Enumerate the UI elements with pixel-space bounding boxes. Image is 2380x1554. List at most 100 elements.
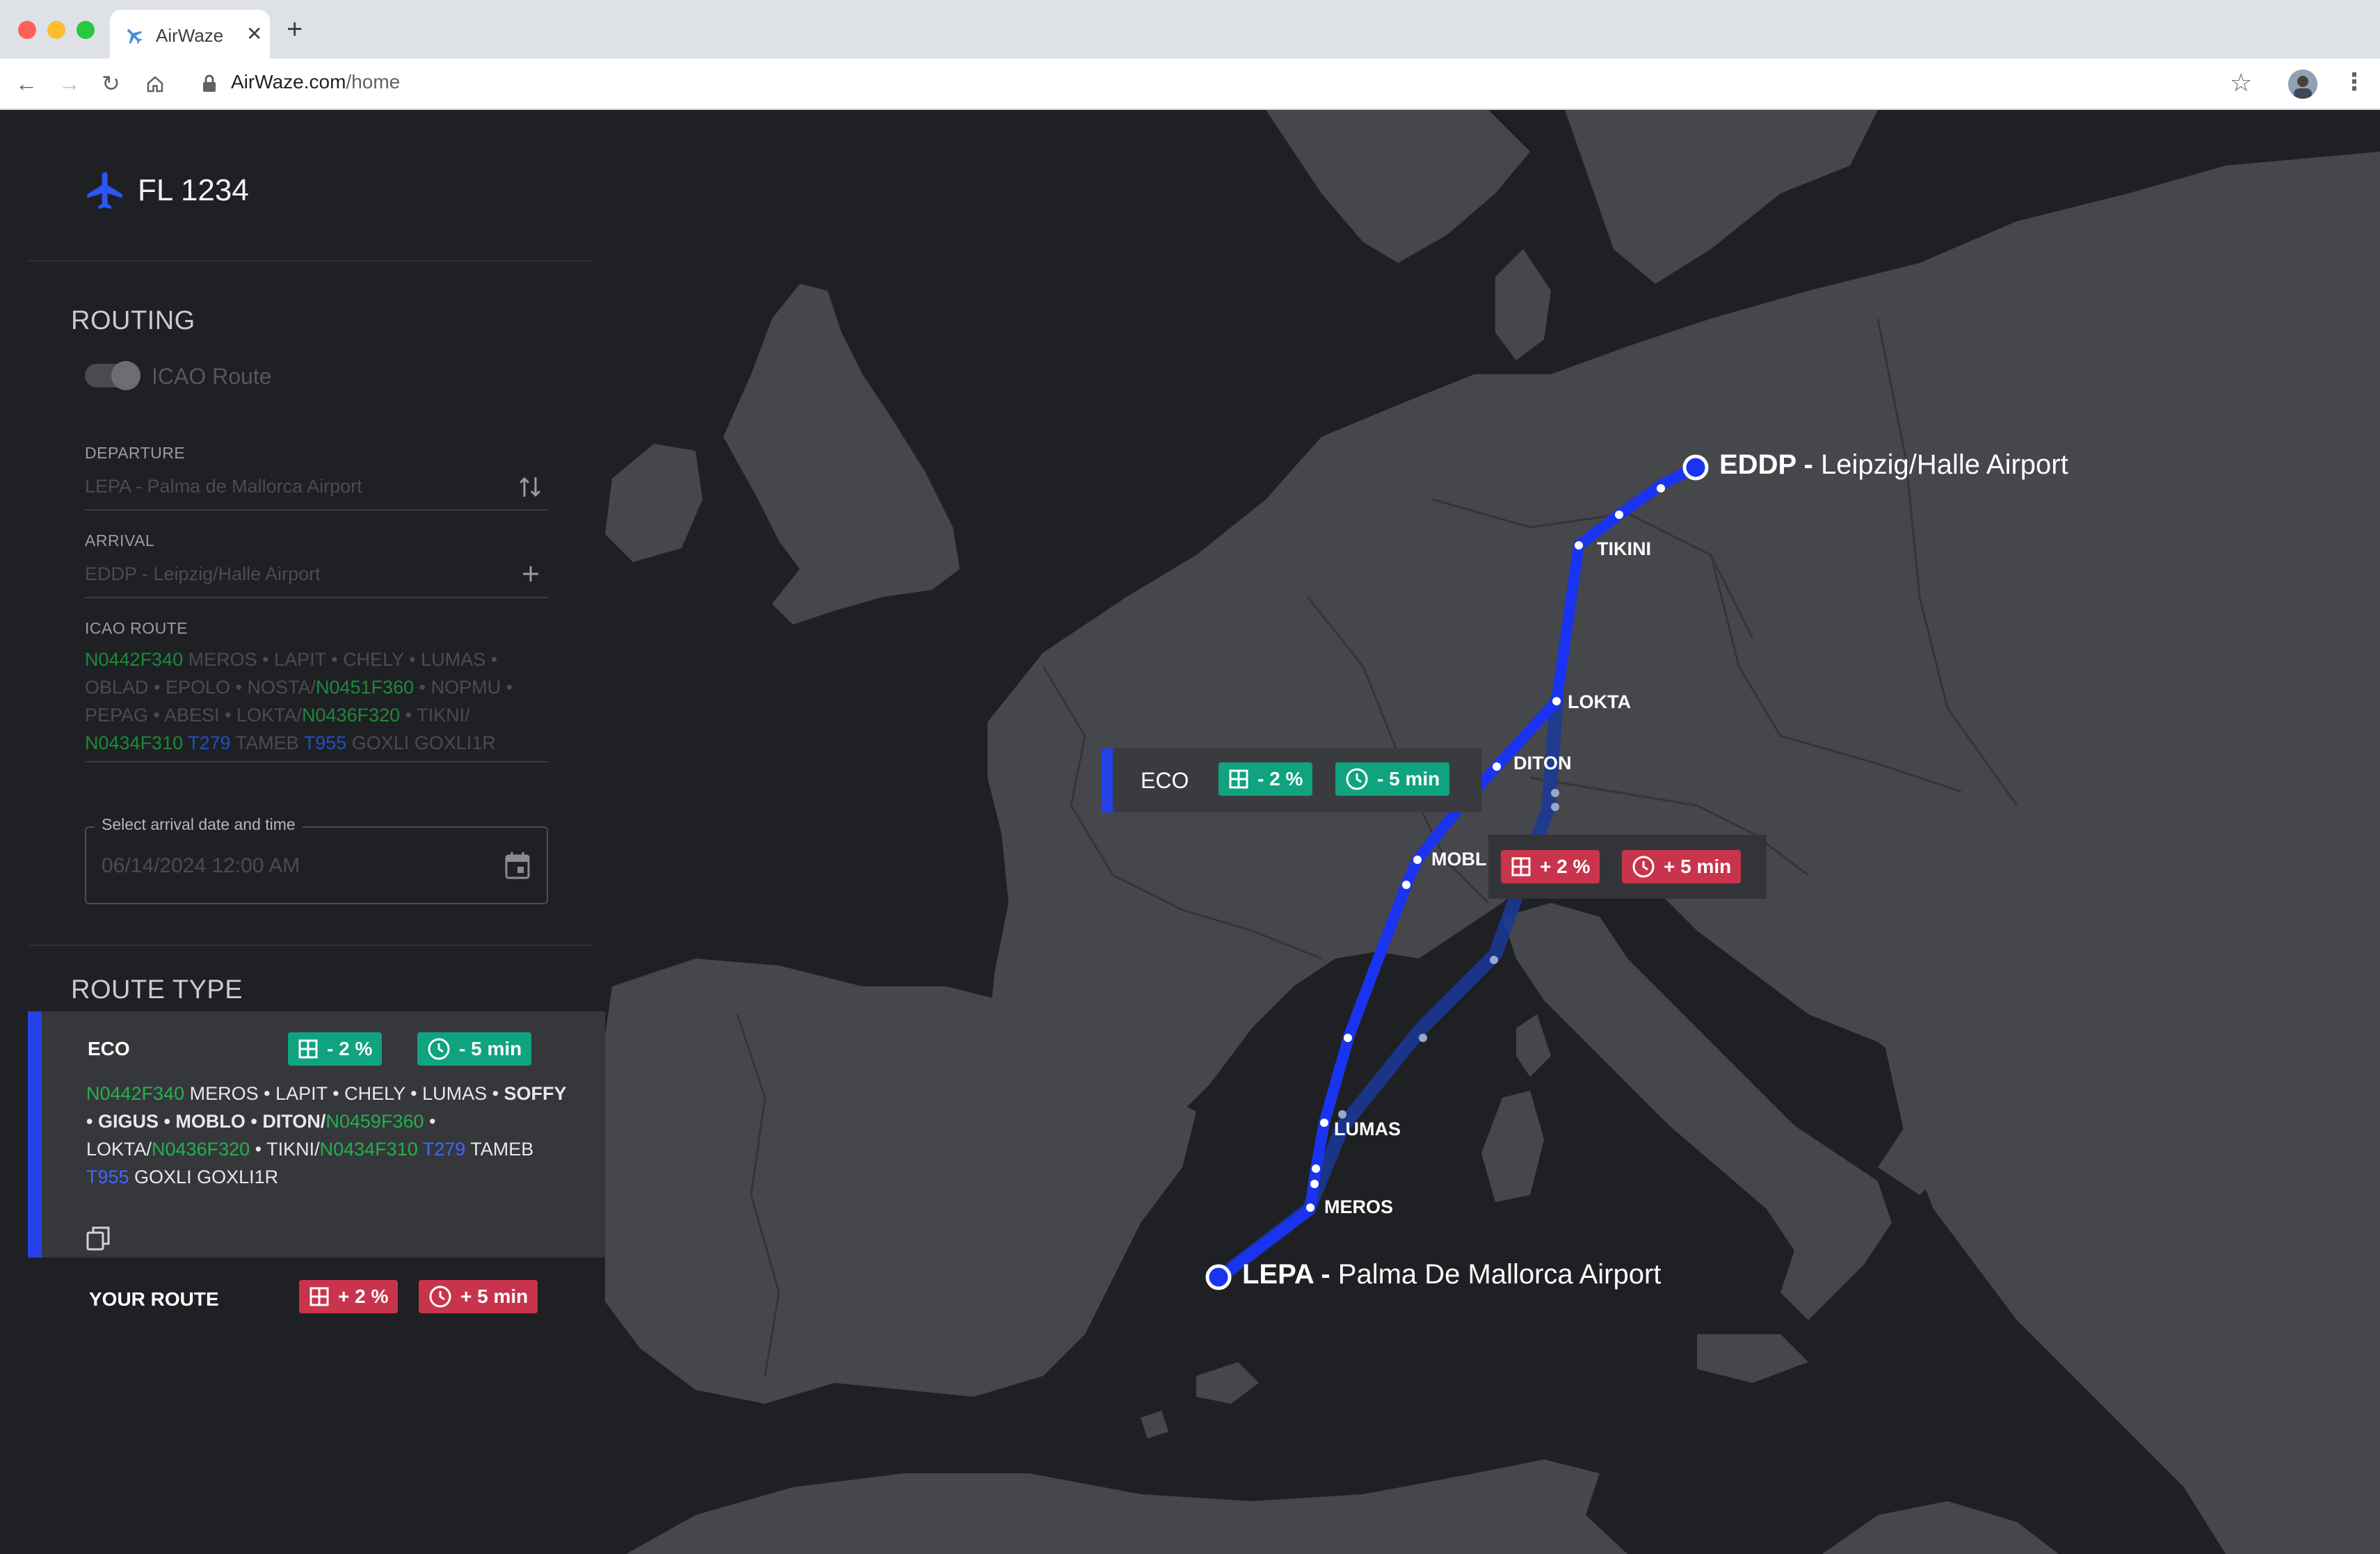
clock-icon (1632, 856, 1655, 878)
eco-route-segment: • TIKNI/ (250, 1139, 320, 1160)
route-side-panel: FL 1234 ROUTING ICAO Route DEPARTURE LEP… (28, 124, 605, 1383)
icao-route-toggle-label: ICAO Route (152, 364, 272, 389)
destination-airport-marker (1682, 454, 1709, 481)
reload-icon[interactable]: ↻ (102, 71, 120, 96)
browser-menu-icon[interactable]: ⋮ (2342, 68, 2366, 96)
map-eco-label: ECO (1141, 768, 1189, 793)
arrival-date-picker[interactable]: Select arrival date and time 06/14/2024 … (85, 815, 548, 904)
minimize-window-button[interactable] (47, 21, 65, 39)
eco-route-segment (418, 1139, 423, 1160)
icao-route-toggle[interactable] (85, 361, 140, 390)
header-divider (28, 260, 591, 262)
icao-route-text[interactable]: N0442F340 MEROS • LAPIT • CHELY • LUMAS … (85, 646, 551, 757)
copy-icon[interactable] (85, 1224, 113, 1252)
arrival-label: ARRIVAL (85, 531, 155, 550)
arrival-underline (85, 597, 548, 598)
eco-route-segment: GOXLI GOXLI1R (129, 1167, 279, 1187)
waypoint-label-lokta: LOKTA (1568, 691, 1631, 712)
your-route-fuel-badge: + 2 % (299, 1280, 399, 1313)
departure-label: DEPARTURE (85, 444, 186, 462)
home-icon[interactable] (145, 74, 166, 95)
forward-arrow-icon[interactable]: → (58, 71, 81, 96)
eco-route-segment: TAMEB (465, 1139, 534, 1160)
fuel-gauge-icon (309, 1287, 329, 1306)
departure-underline (85, 509, 548, 511)
arrival-field[interactable]: EDDP - Leipzig/Halle Airport (85, 563, 321, 585)
your-route-time-badge: + 5 min (419, 1280, 538, 1313)
arrival-date-label: Select arrival date and time (95, 815, 303, 834)
swap-airports-icon[interactable] (516, 473, 544, 501)
bookmark-star-icon[interactable]: ☆ (2230, 68, 2252, 97)
map-your-fuel-value: + 2 % (1540, 856, 1591, 877)
eco-route-option[interactable]: ECO - 2 % - 5 min N0442F340 MEROS • LAPI… (28, 1011, 605, 1258)
your-route-option[interactable]: YOUR ROUTE + 2 % + 5 min (28, 1258, 605, 1341)
toggle-knob (111, 361, 140, 390)
back-arrow-icon[interactable]: ← (15, 71, 38, 96)
clock-icon (429, 1285, 451, 1308)
clock-icon (1346, 768, 1368, 790)
origin-airport-label[interactable]: LEPA - Palma De Mallorca Airport (1242, 1259, 1661, 1290)
eco-route-segment: N0459F360 (325, 1111, 424, 1132)
app-viewport: TIKINI LOKTA DITON MOBL LUMAS MEROS EDDP… (0, 110, 2380, 1554)
destination-code: EDDP (1719, 449, 1796, 480)
profile-avatar[interactable] (2288, 70, 2317, 99)
flight-header: FL 1234 (83, 168, 249, 213)
fuel-gauge-icon (298, 1039, 318, 1059)
airplane-icon (87, 172, 122, 209)
address-bar[interactable]: AirWaze.com/home (231, 71, 400, 93)
map-eco-time-badge: - 5 min (1335, 762, 1450, 796)
waypoint-label-tikini: TIKINI (1597, 538, 1651, 559)
eco-card-accent (1102, 748, 1113, 812)
icao-route-underline (85, 761, 548, 762)
eco-selected-accent (28, 1011, 42, 1258)
fuel-gauge-icon (1511, 857, 1531, 876)
icao-route-segment: N0436F320 (302, 705, 401, 726)
browser-tab[interactable]: AirWaze ✕ (110, 10, 270, 58)
destination-name: Leipzig/Halle Airport (1820, 449, 2068, 480)
icao-route-label: ICAO ROUTE (85, 619, 188, 637)
fuel-gauge-icon (1229, 769, 1248, 789)
tab-title: AirWaze (156, 25, 224, 46)
icao-route-segment: N0451F360 (316, 677, 415, 698)
eco-time-value: - 5 min (459, 1038, 522, 1059)
routing-section-title: ROUTING (71, 306, 195, 335)
flight-number: FL 1234 (138, 173, 249, 207)
close-window-button[interactable] (18, 21, 36, 39)
map-eco-route-card[interactable]: ECO - 2 % - 5 min (1102, 748, 1481, 812)
eco-route-text: N0442F340 MEROS • LAPIT • CHELY • LUMAS … (86, 1080, 573, 1191)
your-route-label: YOUR ROUTE (89, 1288, 219, 1310)
browser-titlebar: AirWaze ✕ + (0, 0, 2380, 58)
airplane-favicon-icon (127, 29, 143, 45)
maximize-window-button[interactable] (77, 21, 95, 39)
add-icon[interactable] (520, 563, 541, 584)
url-path: /home (346, 71, 401, 93)
clock-icon (428, 1038, 450, 1060)
your-route-fuel-value: + 2 % (338, 1285, 389, 1307)
waypoint-label-meros: MEROS (1324, 1196, 1394, 1217)
icao-route-segment: GOXLI GOXLI1R (346, 732, 496, 753)
eco-route-segment: N0434F310 (319, 1139, 418, 1160)
destination-airport-label[interactable]: EDDP - Leipzig/Halle Airport (1719, 449, 2068, 481)
lock-icon (203, 74, 216, 92)
new-tab-button[interactable]: + (287, 15, 303, 43)
waypoint-label-diton: DITON (1513, 753, 1572, 774)
origin-name: Palma De Mallorca Airport (1337, 1259, 1662, 1290)
icao-route-segment: N0442F340 (85, 649, 184, 670)
map-your-time-badge: + 5 min (1622, 850, 1742, 883)
eco-time-badge: - 5 min (417, 1032, 532, 1066)
map-your-route-card[interactable]: + 2 % + 5 min (1488, 835, 1767, 899)
tab-close-icon[interactable]: ✕ (246, 22, 262, 45)
routing-divider (28, 945, 591, 946)
eco-route-label: ECO (88, 1038, 130, 1059)
waypoint-label-lumas: LUMAS (1334, 1119, 1401, 1139)
departure-field[interactable]: LEPA - Palma de Mallorca Airport (85, 476, 362, 497)
icao-route-segment: N0434F310 (85, 732, 184, 753)
map-eco-time-value: - 5 min (1377, 768, 1440, 790)
route-type-section-title: ROUTE TYPE (71, 975, 243, 1004)
calendar-icon[interactable] (504, 850, 531, 881)
icao-route-segment: • TIKNI/ (400, 705, 470, 726)
eco-route-segment: T955 (86, 1167, 129, 1187)
icao-route-segment: T279 (188, 732, 231, 753)
map-eco-fuel-value: - 2 % (1257, 768, 1303, 790)
waypoint-label-mobl: MOBL (1431, 849, 1487, 870)
